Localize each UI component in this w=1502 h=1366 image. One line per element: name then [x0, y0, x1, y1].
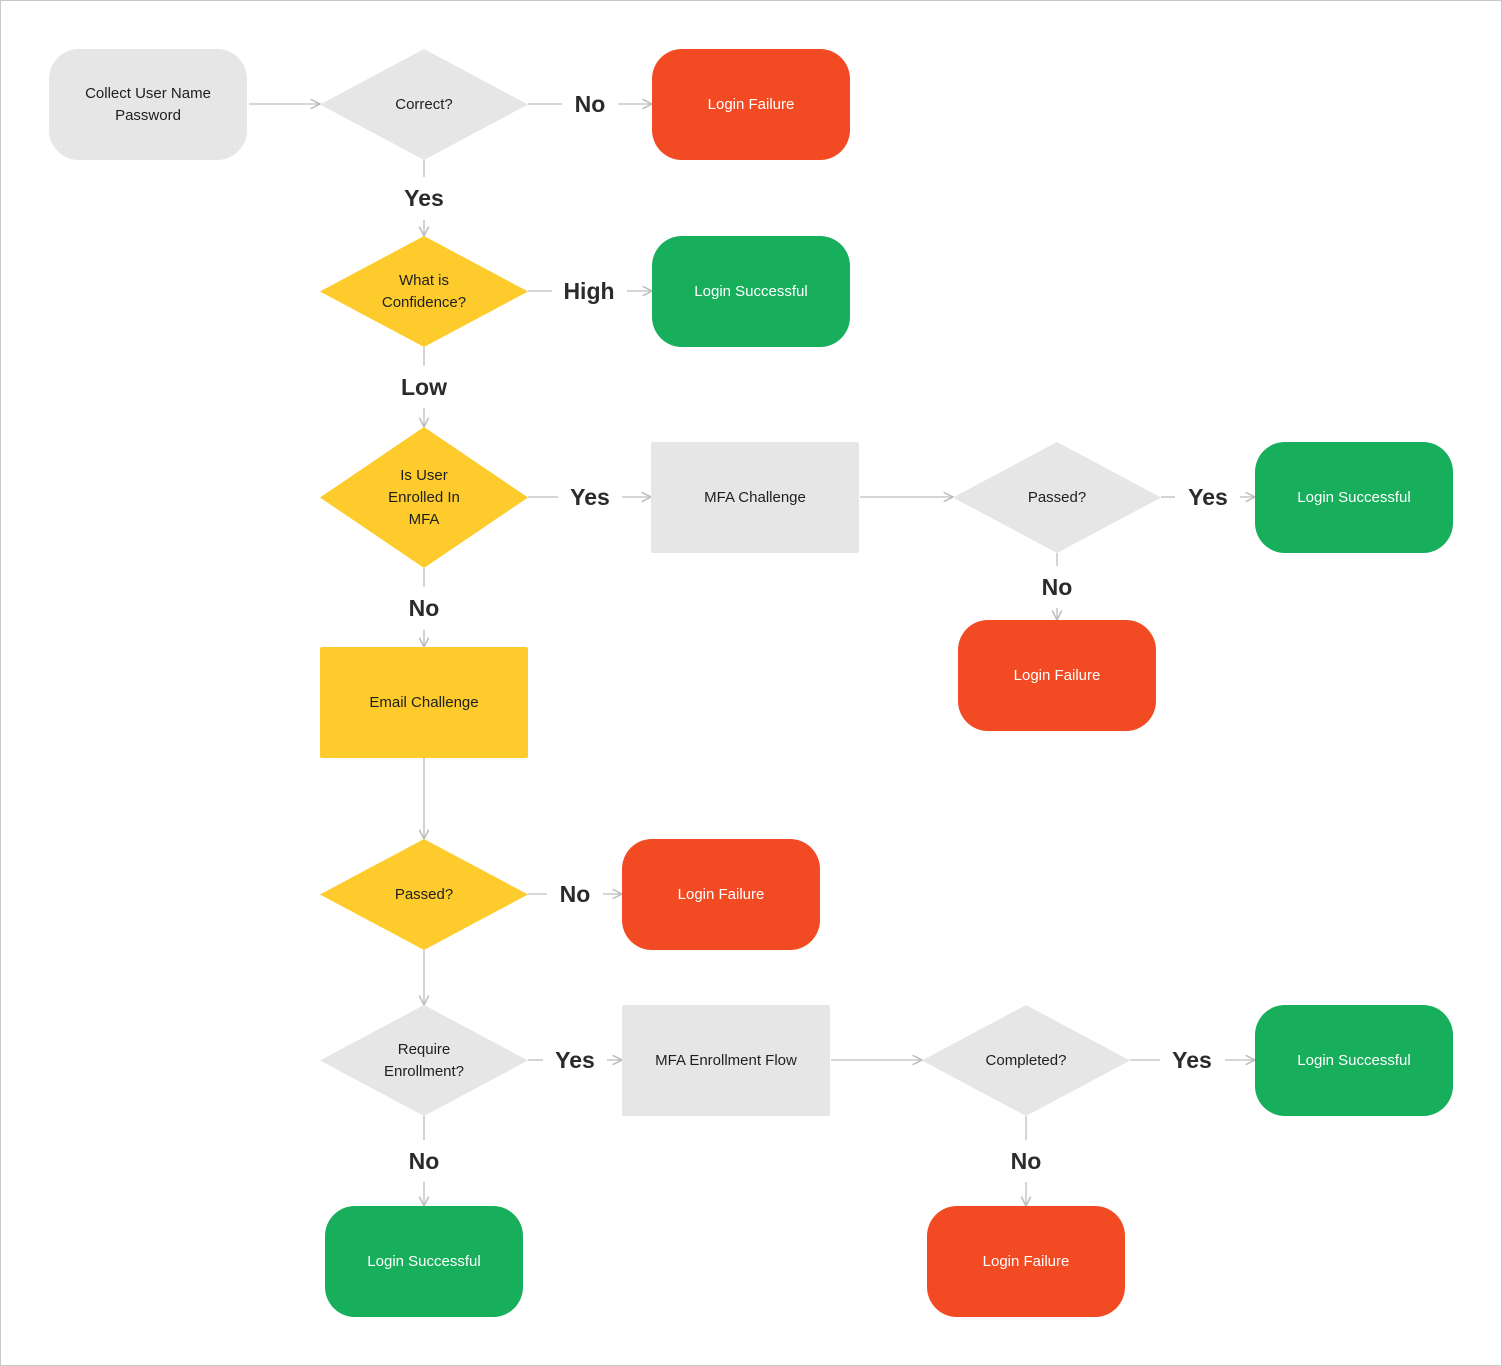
node-label: Login Failure — [678, 886, 765, 903]
decision-diamond — [320, 1005, 528, 1116]
node-label: Login Failure — [1014, 667, 1101, 684]
node-label: Enrollment? — [384, 1063, 464, 1080]
node-success4[interactable]: Login Successful — [325, 1206, 523, 1317]
edge-label-no: No — [409, 1148, 440, 1174]
node-confidence[interactable]: What is Confidence? — [320, 236, 528, 347]
node-label: Passed? — [395, 886, 453, 903]
node-mfa-challenge[interactable]: MFA Challenge — [651, 442, 859, 553]
node-mfa-passed[interactable]: Passed? — [953, 442, 1161, 553]
node-label: Require — [398, 1041, 451, 1058]
node-label: Correct? — [395, 96, 453, 113]
edge-label-no: No — [560, 881, 591, 907]
node-fail2[interactable]: Login Failure — [958, 620, 1156, 731]
nodes: Collect User Name Password Correct? Login F… — [49, 49, 1453, 1317]
node-label: Password — [115, 107, 181, 124]
node-label: Is User — [400, 467, 448, 484]
node-fail4[interactable]: Login Failure — [927, 1206, 1125, 1317]
node-email-passed[interactable]: Passed? — [320, 839, 528, 950]
node-label: What is — [399, 272, 449, 289]
edge-label-high: High — [563, 278, 614, 304]
flowchart: Collect User Name Password Correct? Login F… — [49, 49, 1453, 1317]
node-label: Collect User Name — [85, 85, 211, 102]
node-success3[interactable]: Login Successful — [1255, 1005, 1453, 1116]
node-label: Login Successful — [1297, 1052, 1410, 1069]
edge-label-no: No — [575, 91, 606, 117]
node-enrolled[interactable]: Is User Enrolled In MFA — [320, 427, 528, 568]
node-label: Login Successful — [1297, 489, 1410, 506]
edge-label-yes: Yes — [570, 484, 610, 510]
node-fail3[interactable]: Login Failure — [622, 839, 820, 950]
node-label: Login Failure — [708, 96, 795, 113]
edge-label-yes: Yes — [555, 1047, 595, 1073]
node-label: Email Challenge — [369, 694, 478, 711]
edge-label-yes: Yes — [404, 185, 444, 211]
node-label: MFA — [409, 511, 440, 528]
node-enroll-flow[interactable]: MFA Enrollment Flow — [622, 1005, 830, 1116]
edge-label-yes: Yes — [1188, 484, 1228, 510]
node-label: Passed? — [1028, 489, 1086, 506]
edge-label-yes: Yes — [1172, 1047, 1212, 1073]
edge-label-low: Low — [401, 374, 447, 400]
node-email-challenge[interactable]: Email Challenge — [320, 647, 528, 758]
node-label: MFA Enrollment Flow — [655, 1052, 797, 1069]
node-label: Login Successful — [367, 1253, 480, 1270]
node-label: Login Failure — [983, 1253, 1070, 1270]
node-label: Login Successful — [694, 283, 807, 300]
node-correct[interactable]: Correct? — [320, 49, 528, 160]
node-success2[interactable]: Login Successful — [1255, 442, 1453, 553]
terminal-box — [49, 49, 247, 160]
node-label: MFA Challenge — [704, 489, 806, 506]
node-collect[interactable]: Collect User Name Password — [49, 49, 247, 160]
decision-diamond — [320, 236, 528, 347]
node-label: Confidence? — [382, 294, 466, 311]
edge-label-no: No — [1042, 574, 1073, 600]
node-success1[interactable]: Login Successful — [652, 236, 850, 347]
node-label: Completed? — [986, 1052, 1067, 1069]
edge-label-no: No — [409, 595, 440, 621]
node-label: Enrolled In — [388, 489, 460, 506]
node-completed[interactable]: Completed? — [922, 1005, 1130, 1116]
node-require-enroll[interactable]: Require Enrollment? — [320, 1005, 528, 1116]
edge-label-no: No — [1011, 1148, 1042, 1174]
node-fail1[interactable]: Login Failure — [652, 49, 850, 160]
